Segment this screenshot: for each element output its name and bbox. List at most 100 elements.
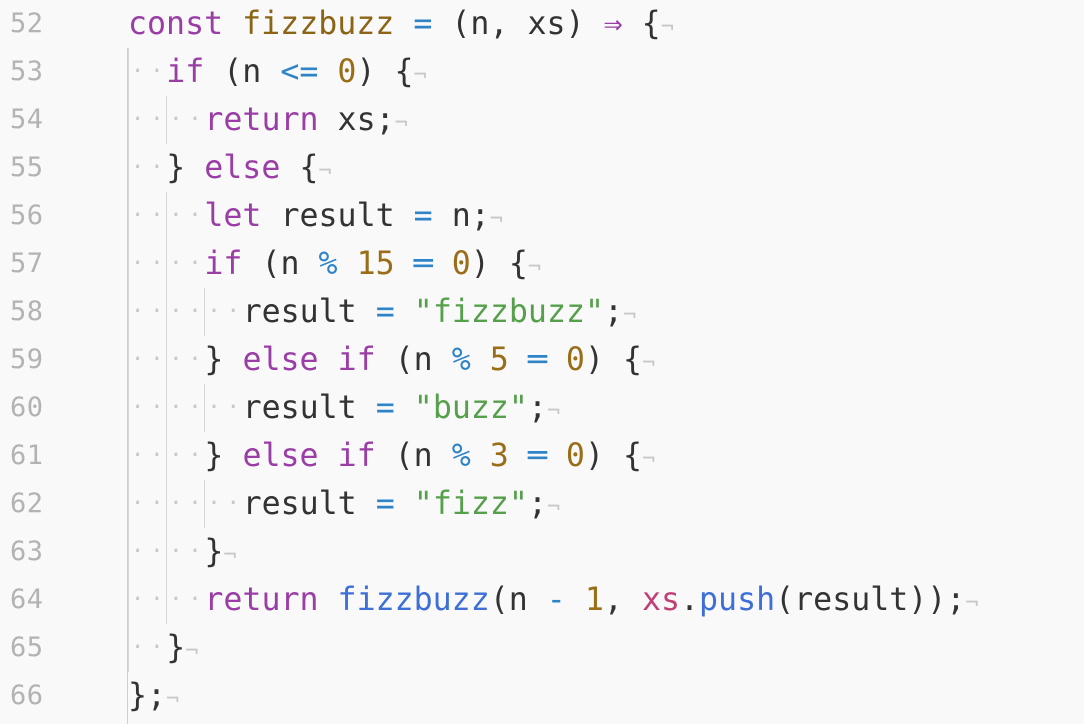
code-token: (n	[394, 342, 433, 378]
code-line[interactable]: 59 } else if (n % 5 ═ 0) {¬	[0, 336, 1084, 384]
indent-marker	[128, 624, 170, 672]
code-token: result	[280, 198, 395, 234]
indent-marker	[166, 384, 208, 432]
code-token: ;	[527, 390, 547, 426]
code-token: ═	[527, 342, 547, 378]
code-token: ,	[603, 582, 623, 618]
code-line[interactable]: 62 result = "fizz";¬	[0, 480, 1084, 528]
code-token: xs	[641, 582, 680, 618]
code-token: 1	[584, 582, 604, 618]
code-token: if	[337, 438, 376, 474]
indent-marker	[166, 288, 208, 336]
code-text: return fizzbuzz(n - 1, xs.push(result));…	[128, 576, 979, 624]
code-token: 15	[356, 246, 395, 282]
line-number: 63	[10, 536, 44, 567]
line-number: 65	[10, 632, 44, 663]
line-number: 62	[10, 488, 44, 519]
code-token: .	[680, 582, 700, 618]
code-line[interactable]: 55} else {¬	[0, 144, 1084, 192]
code-token: else	[242, 342, 319, 378]
indent-marker	[166, 240, 208, 288]
code-token: result	[242, 294, 357, 330]
code-token: if	[337, 342, 376, 378]
code-text: result = "fizz";¬	[128, 480, 560, 528]
end-of-line-marker: ¬	[166, 687, 180, 712]
code-line[interactable]: 54 return xs;¬	[0, 96, 1084, 144]
code-token: {	[508, 246, 528, 282]
code-token: ⇒	[603, 6, 623, 42]
code-token: <=	[280, 54, 319, 90]
code-line[interactable]: 65}¬	[0, 624, 1084, 672]
code-line[interactable]: 66};¬	[0, 672, 1084, 720]
code-text: } else {¬	[128, 144, 332, 192]
indent-marker	[128, 96, 170, 144]
code-token: %	[451, 342, 471, 378]
indent-marker	[128, 192, 170, 240]
code-text: };¬	[128, 672, 179, 720]
code-text: } else if (n % 5 ═ 0) {¬	[128, 336, 655, 384]
code-token: };	[128, 678, 167, 714]
code-editor[interactable]: 52const fizzbuzz = (n, xs) ⇒ {¬ 53 if (n <…	[0, 0, 1084, 724]
code-token: xs;	[337, 102, 395, 138]
end-of-line-marker: ¬	[318, 159, 332, 184]
code-token: ═	[527, 438, 547, 474]
code-line[interactable]: 53 if (n <= 0) {¬	[0, 48, 1084, 96]
code-token: "fizz"	[413, 486, 528, 522]
code-token: (n, xs)	[451, 6, 585, 42]
code-line[interactable]: 58 result = "fizzbuzz";¬	[0, 288, 1084, 336]
code-token: return	[204, 102, 319, 138]
indent-marker	[204, 384, 246, 432]
code-line[interactable]: 60 result = "buzz";¬	[0, 384, 1084, 432]
indent-marker	[166, 432, 208, 480]
end-of-line-marker: ¬	[546, 495, 561, 520]
indent-marker	[166, 96, 208, 144]
end-of-line-marker: ¬	[394, 111, 408, 136]
code-line[interactable]: 56 let result = n;¬	[0, 192, 1084, 240]
code-token: fizzbuzz	[242, 6, 395, 42]
code-text: } else if (n % 3 ═ 0) {¬	[128, 432, 655, 480]
code-text: }¬	[128, 528, 237, 576]
end-of-line-marker: ¬	[413, 63, 427, 88]
code-line[interactable]: 64 return fizzbuzz(n - 1, xs.push(result)…	[0, 576, 1084, 624]
code-line[interactable]: 52 const fizzbuzz = (n, xs) ⇒ {¬	[0, 0, 1084, 48]
code-token: "buzz"	[413, 390, 528, 426]
code-text: if (n % 15 ═ 0) {¬	[128, 240, 541, 288]
code-token: -	[546, 582, 566, 618]
line-number: 53	[10, 56, 44, 87]
end-of-line-marker: ¬	[660, 15, 674, 40]
end-of-line-marker: ¬	[223, 543, 237, 568]
code-line[interactable]: 63 }¬	[0, 528, 1084, 576]
code-token: if	[166, 54, 205, 90]
code-token: =	[375, 390, 395, 426]
code-token: ;	[527, 486, 547, 522]
line-number: 52	[10, 8, 44, 39]
line-number: 54	[10, 104, 44, 135]
indent-marker	[128, 576, 170, 624]
line-number: 59	[10, 344, 44, 375]
indent-marker	[128, 48, 170, 96]
code-token: result	[242, 390, 357, 426]
code-token: ═	[413, 246, 433, 282]
code-line[interactable]: 61} else if (n % 3 ═ 0) {¬	[0, 432, 1084, 480]
code-line[interactable]: 57 if (n % 15 ═ 0) {¬	[0, 240, 1084, 288]
line-number: 64	[10, 584, 44, 615]
code-token: (n	[489, 582, 528, 618]
